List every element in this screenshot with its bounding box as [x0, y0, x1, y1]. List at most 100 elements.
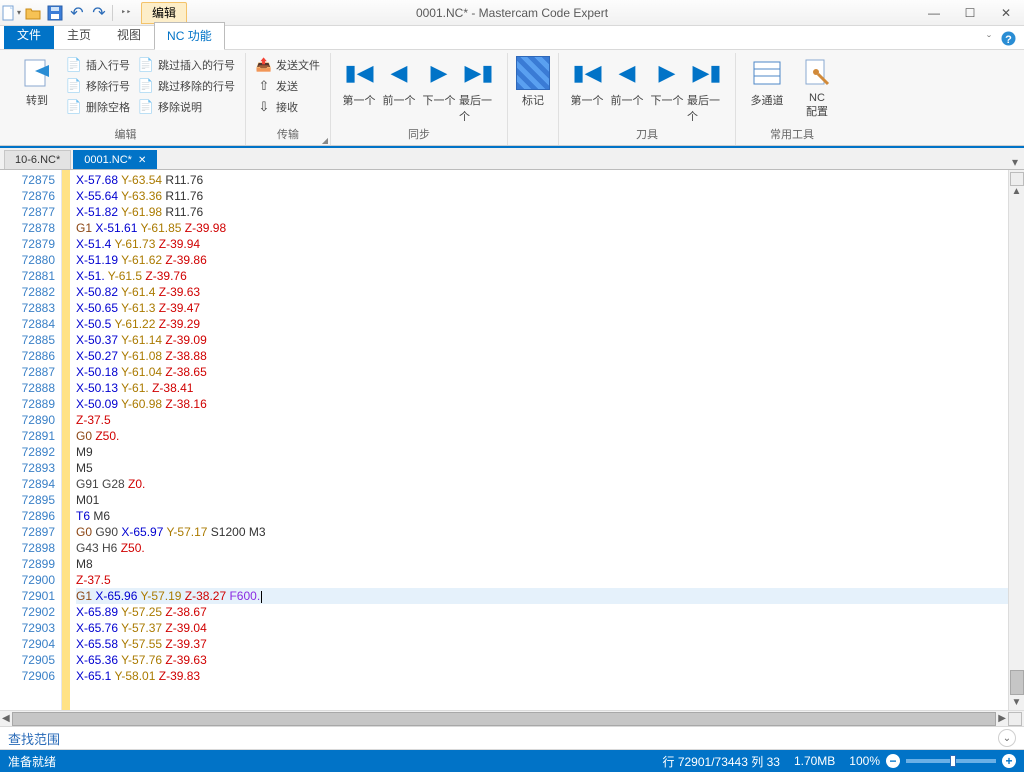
find-scope-bar[interactable]: 查找范围 ⌄	[0, 726, 1024, 750]
remove-line-icon: 📄	[66, 78, 82, 94]
multichannel-icon	[750, 56, 784, 90]
group-label-sync: 同步	[408, 125, 430, 145]
next-icon: ▶	[659, 56, 676, 90]
undo-button[interactable]: ↶	[66, 2, 88, 24]
group-label-common: 常用工具	[770, 125, 814, 145]
send-file-icon: 📤	[256, 57, 272, 73]
skip-inserted-icon: 📄	[138, 57, 154, 73]
multichannel-button[interactable]: 多通道	[744, 56, 790, 108]
scroll-split-box[interactable]	[1010, 172, 1024, 186]
mark-button[interactable]: 标记	[516, 56, 550, 108]
ribbon-group-transfer: 📤发送文件 ⇧发送 ⇩接收 传输 ◢	[246, 53, 331, 145]
doc-tab-2[interactable]: 0001.NC*✕	[73, 150, 157, 169]
first-icon: ▮◀	[344, 56, 373, 90]
find-scope-label: 查找范围	[8, 729, 60, 748]
receive-icon: ⇩	[256, 99, 272, 115]
tool-last-button[interactable]: ▶▮最后一个	[687, 56, 727, 124]
status-position: 行 72901/73443 列 33	[663, 753, 780, 770]
ribbon-panel: 转到 📄插入行号 📄移除行号 📄删除空格 📄跳过插入的行号 📄跳过移除的行号 📄…	[0, 50, 1024, 146]
doc-tabs-menu[interactable]: ▾	[1006, 155, 1024, 169]
separator	[112, 5, 113, 21]
group-label-tool: 刀具	[636, 125, 658, 145]
close-button[interactable]: ✕	[988, 0, 1024, 26]
contextual-tab-edit[interactable]: 编辑	[141, 2, 187, 24]
tab-nc-functions[interactable]: NC 功能	[154, 22, 225, 50]
scroll-corner	[1008, 712, 1022, 726]
save-button[interactable]	[44, 2, 66, 24]
remove-comment-button[interactable]: 📄移除说明	[136, 98, 237, 116]
scroll-down-icon[interactable]: ▼	[1012, 697, 1022, 708]
scroll-right-icon[interactable]: ▶	[998, 713, 1006, 724]
new-file-button[interactable]: ▾	[0, 2, 22, 24]
qa-more-button[interactable]: ‣‣	[115, 2, 137, 24]
last-icon: ▶▮	[464, 56, 493, 90]
help-icon[interactable]: ?	[1001, 31, 1016, 49]
sync-first-button[interactable]: ▮◀第一个	[339, 56, 379, 108]
group-label-mark	[531, 129, 534, 145]
sync-next-button[interactable]: ▶下一个	[419, 56, 459, 108]
remove-blank-button[interactable]: 📄删除空格	[64, 98, 132, 116]
zoom-value: 100%	[849, 754, 880, 768]
prev-icon: ◀	[619, 56, 636, 90]
remove-comment-icon: 📄	[138, 99, 154, 115]
doc-tab-1[interactable]: 10-6.NC*	[4, 150, 71, 169]
vertical-scrollbar[interactable]: ▲ ▼	[1008, 170, 1024, 710]
receive-button[interactable]: ⇩接收	[254, 98, 322, 116]
minimize-button[interactable]: —	[916, 0, 952, 26]
send-file-button[interactable]: 📤发送文件	[254, 56, 322, 74]
insert-line-icon: 📄	[66, 57, 82, 73]
ribbon-group-edit: 转到 📄插入行号 📄移除行号 📄删除空格 📄跳过插入的行号 📄跳过移除的行号 📄…	[6, 53, 246, 145]
expand-icon[interactable]: ⌄	[998, 729, 1016, 747]
zoom-control[interactable]: 100% − +	[849, 754, 1016, 768]
zoom-knob[interactable]	[950, 755, 956, 767]
first-icon: ▮◀	[572, 56, 601, 90]
tool-next-button[interactable]: ▶下一个	[647, 56, 687, 108]
tool-first-button[interactable]: ▮◀第一个	[567, 56, 607, 108]
dialog-launcher-icon[interactable]: ◢	[322, 136, 328, 145]
skip-inserted-button[interactable]: 📄跳过插入的行号	[136, 56, 237, 74]
next-icon: ▶	[431, 56, 448, 90]
open-file-button[interactable]	[22, 2, 44, 24]
code-area[interactable]: X-57.68 Y-63.54 R11.76X-55.64 Y-63.36 R1…	[70, 170, 1008, 710]
scroll-left-icon[interactable]: ◀	[2, 713, 10, 724]
skip-removed-icon: 📄	[138, 78, 154, 94]
mark-icon	[516, 56, 550, 90]
horizontal-scrollbar[interactable]: ◀ ▶	[0, 710, 1024, 726]
ribbon-group-mark: 标记	[508, 53, 559, 145]
last-icon: ▶▮	[692, 56, 721, 90]
zoom-slider[interactable]	[906, 759, 996, 763]
sync-last-button[interactable]: ▶▮最后一个	[459, 56, 499, 124]
status-ready: 准备就绪	[8, 753, 56, 770]
zoom-in-button[interactable]: +	[1002, 754, 1016, 768]
send-button[interactable]: ⇧发送	[254, 77, 322, 95]
goto-button[interactable]: 转到	[14, 56, 60, 108]
maximize-button[interactable]: ☐	[952, 0, 988, 26]
ribbon-collapse-icon[interactable]: ˇ	[987, 33, 991, 47]
insert-line-button[interactable]: 📄插入行号	[64, 56, 132, 74]
ribbon-group-sync: ▮◀第一个 ◀前一个 ▶下一个 ▶▮最后一个 同步	[331, 53, 508, 145]
nc-config-button[interactable]: NC 配置	[794, 56, 840, 119]
scroll-up-icon[interactable]: ▲	[1012, 186, 1022, 197]
group-label-transfer: 传输	[277, 125, 299, 145]
send-icon: ⇧	[256, 78, 272, 94]
sync-prev-button[interactable]: ◀前一个	[379, 56, 419, 108]
code-editor[interactable]: 7287572876728777287872879728807288172882…	[0, 170, 1024, 710]
ribbon-group-tool: ▮◀第一个 ◀前一个 ▶下一个 ▶▮最后一个 刀具	[559, 53, 736, 145]
scroll-thumb[interactable]	[1010, 670, 1024, 695]
nc-config-icon	[800, 56, 834, 90]
tool-prev-button[interactable]: ◀前一个	[607, 56, 647, 108]
ribbon-group-common: 多通道 NC 配置 常用工具	[736, 53, 848, 145]
svg-text:?: ?	[1005, 34, 1012, 46]
ribbon-tab-strip: 文件 主页 视图 NC 功能 ˇ ?	[0, 26, 1024, 50]
prev-icon: ◀	[391, 56, 408, 90]
line-number-gutter: 7287572876728777287872879728807288172882…	[0, 170, 62, 710]
remove-line-button[interactable]: 📄移除行号	[64, 77, 132, 95]
change-marker-strip	[62, 170, 70, 710]
goto-icon	[20, 56, 54, 90]
skip-removed-button[interactable]: 📄跳过移除的行号	[136, 77, 237, 95]
redo-button[interactable]: ↷	[88, 2, 110, 24]
close-icon[interactable]: ✕	[138, 155, 146, 166]
zoom-out-button[interactable]: −	[886, 754, 900, 768]
workspace: 10-6.NC* 0001.NC*✕ ▾ 7287572876728777287…	[0, 146, 1024, 726]
scroll-thumb-h[interactable]	[12, 712, 997, 726]
